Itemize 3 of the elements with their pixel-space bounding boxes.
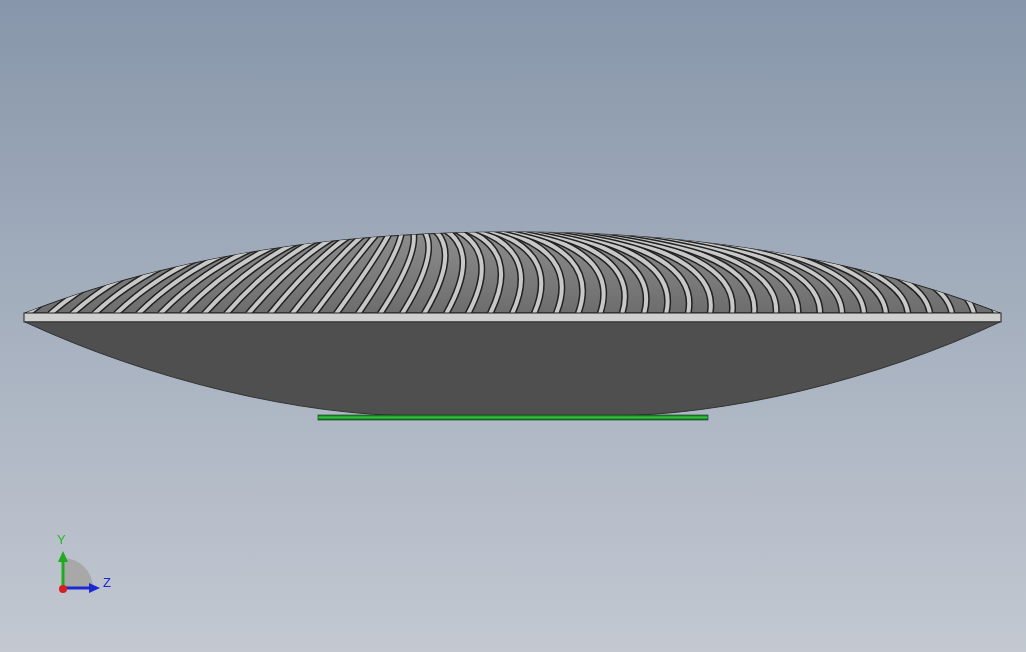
axis-triad-drawing xyxy=(58,551,100,593)
axis-label: Z xyxy=(103,575,111,590)
axis-label: Y xyxy=(57,532,66,547)
